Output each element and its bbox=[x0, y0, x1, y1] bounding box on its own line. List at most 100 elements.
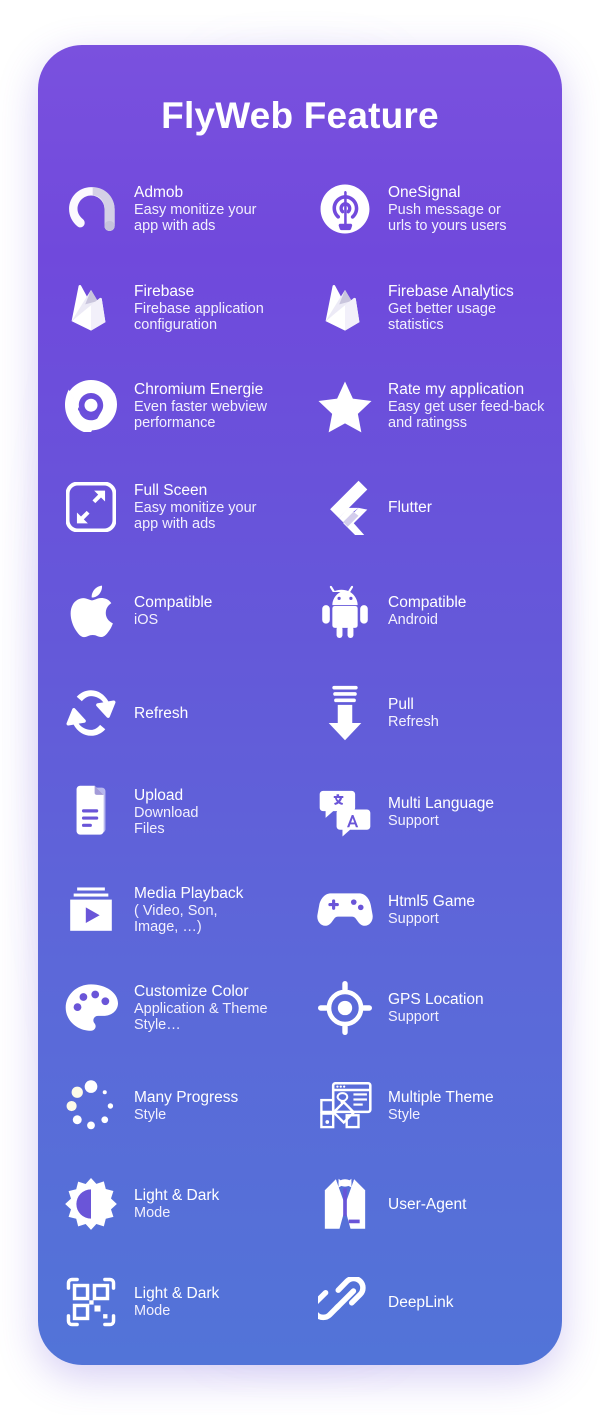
feature-row: Media Playback ( Video, Son, Image, …) H… bbox=[46, 861, 554, 959]
feature-item-firebase[interactable]: Firebase Firebase application configurat… bbox=[46, 259, 300, 357]
feature-title: Pull bbox=[388, 696, 414, 714]
feature-item-compatible-ios[interactable]: Compatible iOS bbox=[46, 559, 300, 663]
feature-title: Rate my application bbox=[388, 380, 525, 398]
apple-icon bbox=[60, 580, 122, 642]
feature-text: GPS Location Support bbox=[388, 990, 484, 1026]
feature-subtitle: Support bbox=[388, 813, 439, 830]
feature-text: Compatible iOS bbox=[134, 593, 212, 629]
feature-item-media-playback[interactable]: Media Playback ( Video, Son, Image, …) bbox=[46, 861, 300, 959]
feature-item-onesignal[interactable]: OneSignal Push message or urls to yours … bbox=[300, 159, 554, 259]
feature-item-upload-download-files[interactable]: Upload Download Files bbox=[46, 763, 300, 861]
feature-subtitle: Even faster webview performance bbox=[134, 398, 267, 432]
feature-title: Compatible bbox=[388, 594, 467, 612]
feature-subtitle: Android bbox=[388, 612, 438, 629]
feature-text: Firebase Analytics Get better usage stat… bbox=[388, 282, 514, 335]
admob-icon bbox=[60, 178, 122, 240]
pull-refresh-icon bbox=[314, 682, 376, 744]
feature-subtitle: Application & Theme Style… bbox=[134, 1000, 268, 1034]
feature-item-multi-language[interactable]: Multi Language Support bbox=[300, 763, 554, 861]
feature-item-pull-refresh[interactable]: Pull Refresh bbox=[300, 663, 554, 763]
feature-subtitle: Easy monitize your app with ads bbox=[134, 499, 257, 533]
feature-item-admob[interactable]: Admob Easy monitize your app with ads bbox=[46, 159, 300, 259]
feature-text: OneSignal Push message or urls to yours … bbox=[388, 183, 506, 236]
feature-subtitle: Easy monitize your app with ads bbox=[134, 201, 257, 235]
feature-title: OneSignal bbox=[388, 183, 461, 201]
feature-text: Firebase Firebase application configurat… bbox=[134, 282, 264, 335]
feature-text: Light & Dark Mode bbox=[134, 1186, 219, 1222]
feature-title: Firebase Analytics bbox=[388, 282, 514, 300]
feature-item-chromium[interactable]: Chromium Energie Even faster webview per… bbox=[46, 357, 300, 455]
feature-text: Compatible Android bbox=[388, 593, 466, 629]
feature-row: Compatible iOS Compatible Android bbox=[46, 559, 554, 663]
feature-item-compatible-android[interactable]: Compatible Android bbox=[300, 559, 554, 663]
feature-title: Compatible bbox=[134, 594, 213, 612]
feature-subtitle: Push message or urls to yours users bbox=[388, 201, 507, 235]
feature-row: Firebase Firebase application configurat… bbox=[46, 259, 554, 357]
feature-item-deeplink[interactable]: DeepLink bbox=[300, 1253, 554, 1351]
feature-title: Admob bbox=[134, 183, 184, 201]
feature-subtitle: Mode bbox=[134, 1303, 171, 1320]
feature-title: Light & Dark bbox=[134, 1285, 220, 1303]
feature-subtitle: Style bbox=[134, 1107, 167, 1124]
feature-text: Many Progress Style bbox=[134, 1088, 238, 1124]
feature-row: Chromium Energie Even faster webview per… bbox=[46, 357, 554, 455]
feature-item-multiple-theme[interactable]: Multiple Theme Style bbox=[300, 1057, 554, 1155]
feature-text: Chromium Energie Even faster webview per… bbox=[134, 380, 267, 433]
feature-item-flutter[interactable]: Flutter bbox=[300, 455, 554, 559]
feature-text: Admob Easy monitize your app with ads bbox=[134, 183, 257, 236]
firebase-analytics-icon bbox=[314, 277, 376, 339]
feature-row: Light & Dark Mode DeepLink bbox=[46, 1253, 554, 1351]
feature-subtitle: Support bbox=[388, 1009, 439, 1026]
feature-title: Many Progress bbox=[134, 1089, 239, 1107]
feature-item-light-dark-mode[interactable]: Light & Dark Mode bbox=[46, 1155, 300, 1253]
feature-row: Light & Dark Mode User-Agent bbox=[46, 1155, 554, 1253]
feature-row: Many Progress Style Multiple Theme Style bbox=[46, 1057, 554, 1155]
feature-title: Html5 Game bbox=[388, 893, 475, 911]
feature-item-customize-color[interactable]: Customize Color Application & Theme Styl… bbox=[46, 959, 300, 1057]
flutter-icon bbox=[314, 476, 376, 538]
feature-text: Rate my application Easy get user feed-b… bbox=[388, 380, 544, 433]
feature-item-many-progress[interactable]: Many Progress Style bbox=[46, 1057, 300, 1155]
progress-spinner-icon bbox=[60, 1075, 122, 1137]
feature-item-user-agent[interactable]: User-Agent bbox=[300, 1155, 554, 1253]
feature-title: Multi Language bbox=[388, 795, 494, 813]
onesignal-icon bbox=[314, 178, 376, 240]
feature-item-qr-light-dark-mode[interactable]: Light & Dark Mode bbox=[46, 1253, 300, 1351]
feature-title: Full Sceen bbox=[134, 481, 208, 499]
feature-text: Pull Refresh bbox=[388, 695, 439, 731]
feature-title: DeepLink bbox=[388, 1293, 454, 1311]
feature-subtitle: ( Video, Son, Image, …) bbox=[134, 902, 218, 936]
light-dark-icon bbox=[60, 1173, 122, 1235]
feature-title: Media Playback bbox=[134, 884, 244, 902]
android-icon bbox=[314, 580, 376, 642]
feature-item-refresh[interactable]: Refresh bbox=[46, 663, 300, 763]
feature-title: Chromium Energie bbox=[134, 380, 264, 398]
feature-item-full-screen[interactable]: Full Sceen Easy monitize your app with a… bbox=[46, 455, 300, 559]
gamepad-icon bbox=[314, 879, 376, 941]
feature-text: DeepLink bbox=[388, 1293, 454, 1312]
feature-title: Upload bbox=[134, 786, 184, 804]
refresh-icon bbox=[60, 682, 122, 744]
feature-subtitle: Mode bbox=[134, 1205, 171, 1222]
feature-subtitle: Get better usage statistics bbox=[388, 300, 497, 334]
feature-text: Refresh bbox=[134, 704, 188, 723]
feature-item-firebase-analytics[interactable]: Firebase Analytics Get better usage stat… bbox=[300, 259, 554, 357]
star-icon bbox=[314, 375, 376, 437]
feature-grid: Admob Easy monitize your app with ads On… bbox=[38, 159, 562, 1351]
feature-subtitle: Easy get user feed-back and ratingss bbox=[388, 398, 545, 432]
deeplink-icon bbox=[314, 1271, 376, 1333]
feature-text: Upload Download Files bbox=[134, 786, 199, 839]
feature-card: FlyWeb Feature Admob Easy monitize your … bbox=[38, 45, 562, 1365]
feature-subtitle: Style bbox=[388, 1107, 421, 1124]
feature-text: Full Sceen Easy monitize your app with a… bbox=[134, 481, 257, 534]
feature-subtitle: Support bbox=[388, 911, 439, 928]
files-icon bbox=[60, 781, 122, 843]
feature-title: Light & Dark bbox=[134, 1187, 220, 1205]
feature-item-rate-my-application[interactable]: Rate my application Easy get user feed-b… bbox=[300, 357, 554, 455]
feature-item-html5-game[interactable]: Html5 Game Support bbox=[300, 861, 554, 959]
feature-title: Refresh bbox=[134, 704, 189, 722]
feature-text: Multiple Theme Style bbox=[388, 1088, 494, 1124]
feature-item-gps-location[interactable]: GPS Location Support bbox=[300, 959, 554, 1057]
page-title: FlyWeb Feature bbox=[161, 95, 439, 136]
feature-row: Refresh Pull Refresh bbox=[46, 663, 554, 763]
